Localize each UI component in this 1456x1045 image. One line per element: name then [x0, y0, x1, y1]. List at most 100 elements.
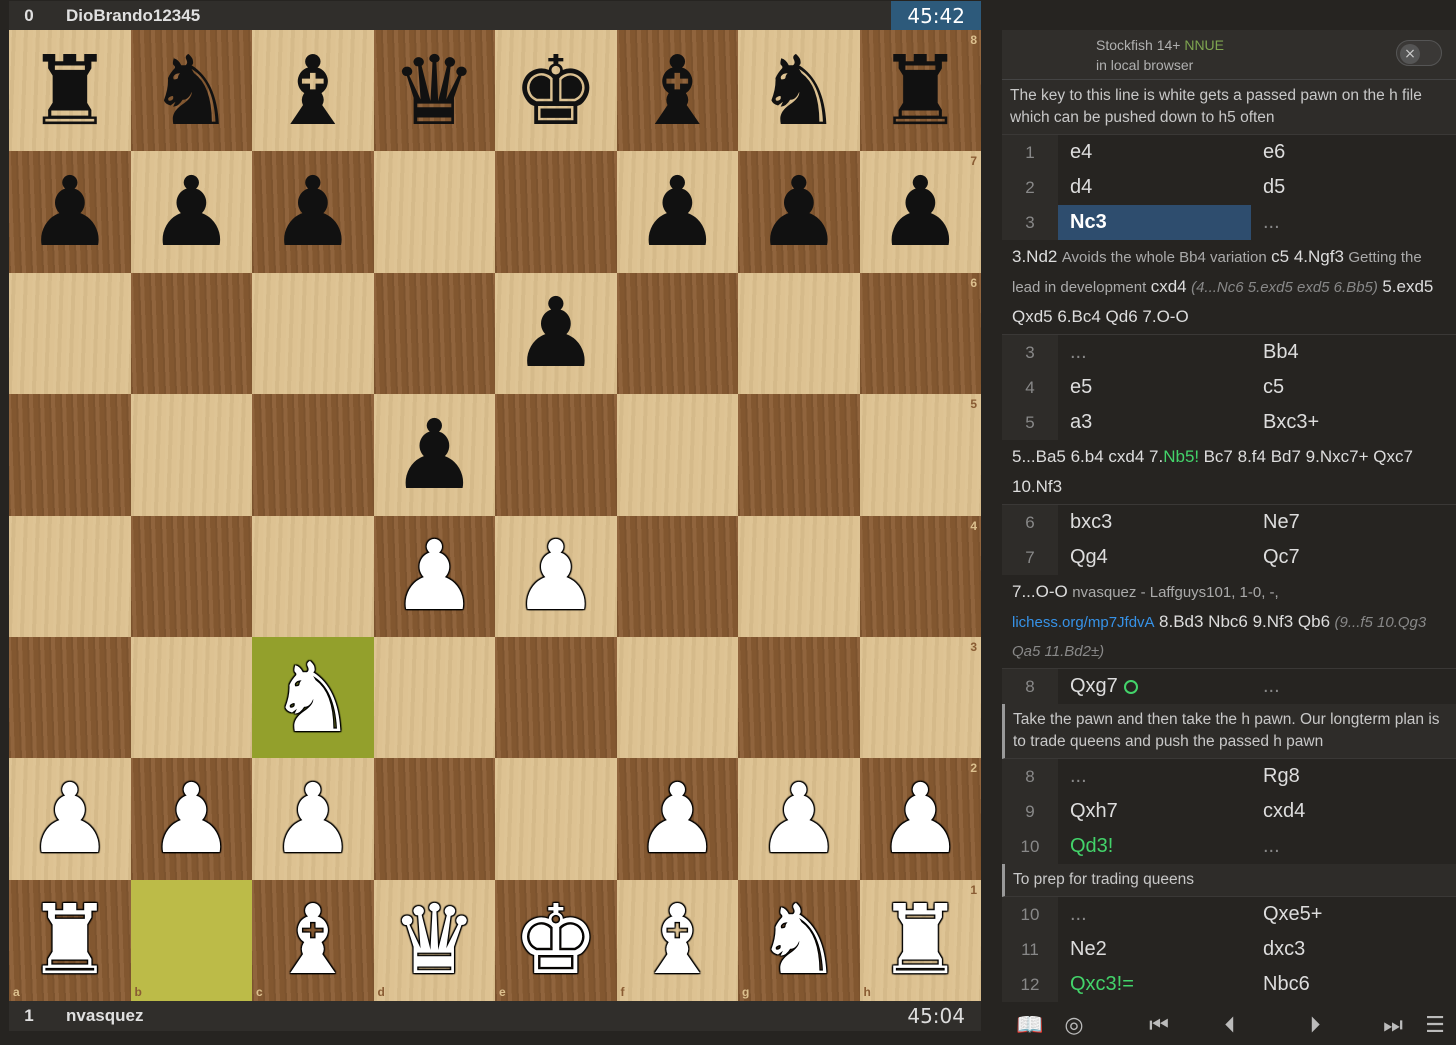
white-pawn-icon[interactable]: ♟	[131, 758, 253, 879]
white-rook-icon[interactable]: ♜	[860, 880, 982, 1001]
white-move[interactable]: e5	[1058, 370, 1251, 405]
square-f4[interactable]	[616, 515, 738, 637]
square-a4[interactable]	[9, 515, 131, 637]
white-move[interactable]: ...	[1058, 897, 1251, 932]
menu-icon[interactable]: ☰	[1414, 1013, 1456, 1038]
black-move[interactable]: d5	[1251, 170, 1444, 205]
square-h5[interactable]: 5	[859, 394, 981, 516]
top-player-name[interactable]: DioBrando12345	[66, 6, 891, 26]
black-move[interactable]: Nbc6	[1251, 967, 1444, 1002]
square-g2[interactable]: ♟	[738, 758, 860, 880]
white-bishop-icon[interactable]: ♝	[617, 880, 739, 1001]
engine-toggle[interactable]: ×	[1396, 40, 1442, 66]
black-move[interactable]: Qxe5+	[1251, 897, 1444, 932]
square-b3[interactable]	[130, 637, 252, 759]
square-d7[interactable]	[373, 151, 495, 273]
square-g8[interactable]: ♞	[738, 30, 860, 152]
black-move[interactable]: c5	[1251, 370, 1444, 405]
black-move[interactable]: Bb4	[1251, 335, 1444, 370]
square-a2[interactable]: ♟	[9, 758, 131, 880]
white-pawn-icon[interactable]: ♟	[495, 516, 617, 637]
square-f3[interactable]	[616, 637, 738, 759]
variation-move[interactable]: 5...Ba5 6.b4 cxd4 7.	[1012, 447, 1163, 466]
square-a5[interactable]	[9, 394, 131, 516]
square-g4[interactable]	[738, 515, 860, 637]
black-pawn-icon[interactable]: ♟	[860, 151, 982, 272]
white-rook-icon[interactable]: ♜	[9, 880, 131, 1001]
square-f1[interactable]: ♝ f	[616, 879, 739, 1002]
square-e5[interactable]	[495, 394, 617, 516]
white-move[interactable]: Qxc3!=	[1058, 967, 1251, 1002]
square-d6[interactable]	[373, 272, 495, 395]
prev-move-icon[interactable]: ⏴	[1202, 1013, 1258, 1038]
black-pawn-icon[interactable]: ♟	[617, 151, 739, 272]
square-f5[interactable]	[616, 394, 738, 516]
white-queen-icon[interactable]: ♛	[374, 880, 496, 1001]
white-pawn-icon[interactable]: ♟	[617, 758, 739, 879]
variation-move-good[interactable]: Nb5!	[1163, 447, 1199, 466]
square-c2[interactable]: ♟	[252, 758, 374, 880]
black-move[interactable]: dxc3	[1251, 932, 1444, 967]
white-move[interactable]: bxc3	[1058, 505, 1251, 540]
black-move[interactable]: Qc7	[1251, 540, 1444, 575]
bottom-player-name[interactable]: nvasquez	[66, 1006, 891, 1026]
black-bishop-icon[interactable]: ♝	[617, 30, 739, 151]
white-move[interactable]: Nc3	[1058, 205, 1251, 240]
white-move[interactable]: Ne2	[1058, 932, 1251, 967]
black-move[interactable]: Ne7	[1251, 505, 1444, 540]
square-c6[interactable]	[252, 272, 374, 395]
target-icon[interactable]: ◎	[1052, 1013, 1096, 1038]
square-e2[interactable]	[495, 758, 617, 880]
square-b4[interactable]	[130, 515, 252, 637]
square-c1[interactable]: ♝ c	[252, 879, 374, 1002]
white-move[interactable]: Qxg7	[1058, 669, 1251, 704]
variation-move[interactable]: c5 4.Ngf3	[1271, 247, 1344, 266]
square-c4[interactable]	[252, 515, 374, 637]
black-move[interactable]: ...	[1251, 669, 1444, 704]
variation-move[interactable]: cxd4	[1151, 277, 1187, 296]
white-pawn-icon[interactable]: ♟	[860, 758, 982, 879]
square-b5[interactable]	[130, 394, 252, 516]
variation-move[interactable]: 7...O-O	[1012, 582, 1068, 601]
square-d1[interactable]: ♛ d	[373, 879, 496, 1002]
game-link[interactable]: lichess.org/mp7JfdvA	[1012, 614, 1155, 631]
next-move-icon[interactable]: ⏵	[1258, 1013, 1372, 1038]
square-f6[interactable]	[616, 272, 738, 395]
square-g3[interactable]	[738, 637, 860, 759]
black-pawn-icon[interactable]: ♟	[495, 273, 617, 394]
square-h6[interactable]: 6	[859, 272, 981, 395]
first-move-icon[interactable]: ⏮	[1116, 1013, 1202, 1038]
square-a1[interactable]: ♜ a	[9, 879, 131, 1002]
square-e3[interactable]	[495, 637, 617, 759]
square-e4[interactable]: ♟	[495, 515, 617, 637]
square-e8[interactable]: ♚	[495, 30, 617, 152]
white-knight-icon[interactable]: ♞	[252, 637, 374, 758]
square-h3[interactable]: 3	[859, 637, 981, 759]
square-h1[interactable]: ♜ 1 h	[859, 879, 982, 1002]
white-move[interactable]: ...	[1058, 335, 1251, 370]
black-move[interactable]: cxd4	[1251, 794, 1444, 829]
white-move[interactable]: e4	[1058, 135, 1251, 170]
variation-move[interactable]: 8.Bd3 Nbc6 9.Nf3 Qb6	[1159, 612, 1330, 631]
square-b7[interactable]: ♟	[130, 151, 252, 273]
black-rook-icon[interactable]: ♜	[9, 30, 131, 151]
last-move-icon[interactable]: ⏭	[1372, 1013, 1414, 1038]
white-pawn-icon[interactable]: ♟	[9, 758, 131, 879]
square-a8[interactable]: ♜	[9, 30, 131, 152]
square-d8[interactable]: ♛	[373, 30, 495, 152]
black-move[interactable]: Bxc3+	[1251, 405, 1444, 440]
square-d5[interactable]: ♟	[373, 394, 495, 516]
square-e1[interactable]: ♚ e	[495, 879, 617, 1002]
black-move[interactable]: e6	[1251, 135, 1444, 170]
square-c3[interactable]: ♞	[252, 637, 374, 759]
black-knight-icon[interactable]: ♞	[738, 30, 860, 151]
square-f2[interactable]: ♟	[616, 758, 739, 880]
square-e7[interactable]	[495, 151, 617, 273]
square-d4[interactable]: ♟	[373, 515, 495, 637]
square-b6[interactable]	[130, 272, 252, 395]
square-a6[interactable]	[9, 272, 131, 395]
square-g5[interactable]	[738, 394, 860, 516]
chess-board[interactable]: ♜ ♞ ♝ ♛ ♚ ♝ ♞ ♜ 8 ♟ ♟ ♟ ♟ ♟ ♟ 7 ♟ 6 ♟ 5 ♟ ♟ 4 ♞ 3 ♟ ♟ ♟ ♟ ♟ ♟ 2 ♜ a b ♝ c ♛ d ♚…	[9, 30, 982, 1002]
square-e6[interactable]: ♟	[495, 272, 617, 395]
white-move[interactable]: Qxh7	[1058, 794, 1251, 829]
